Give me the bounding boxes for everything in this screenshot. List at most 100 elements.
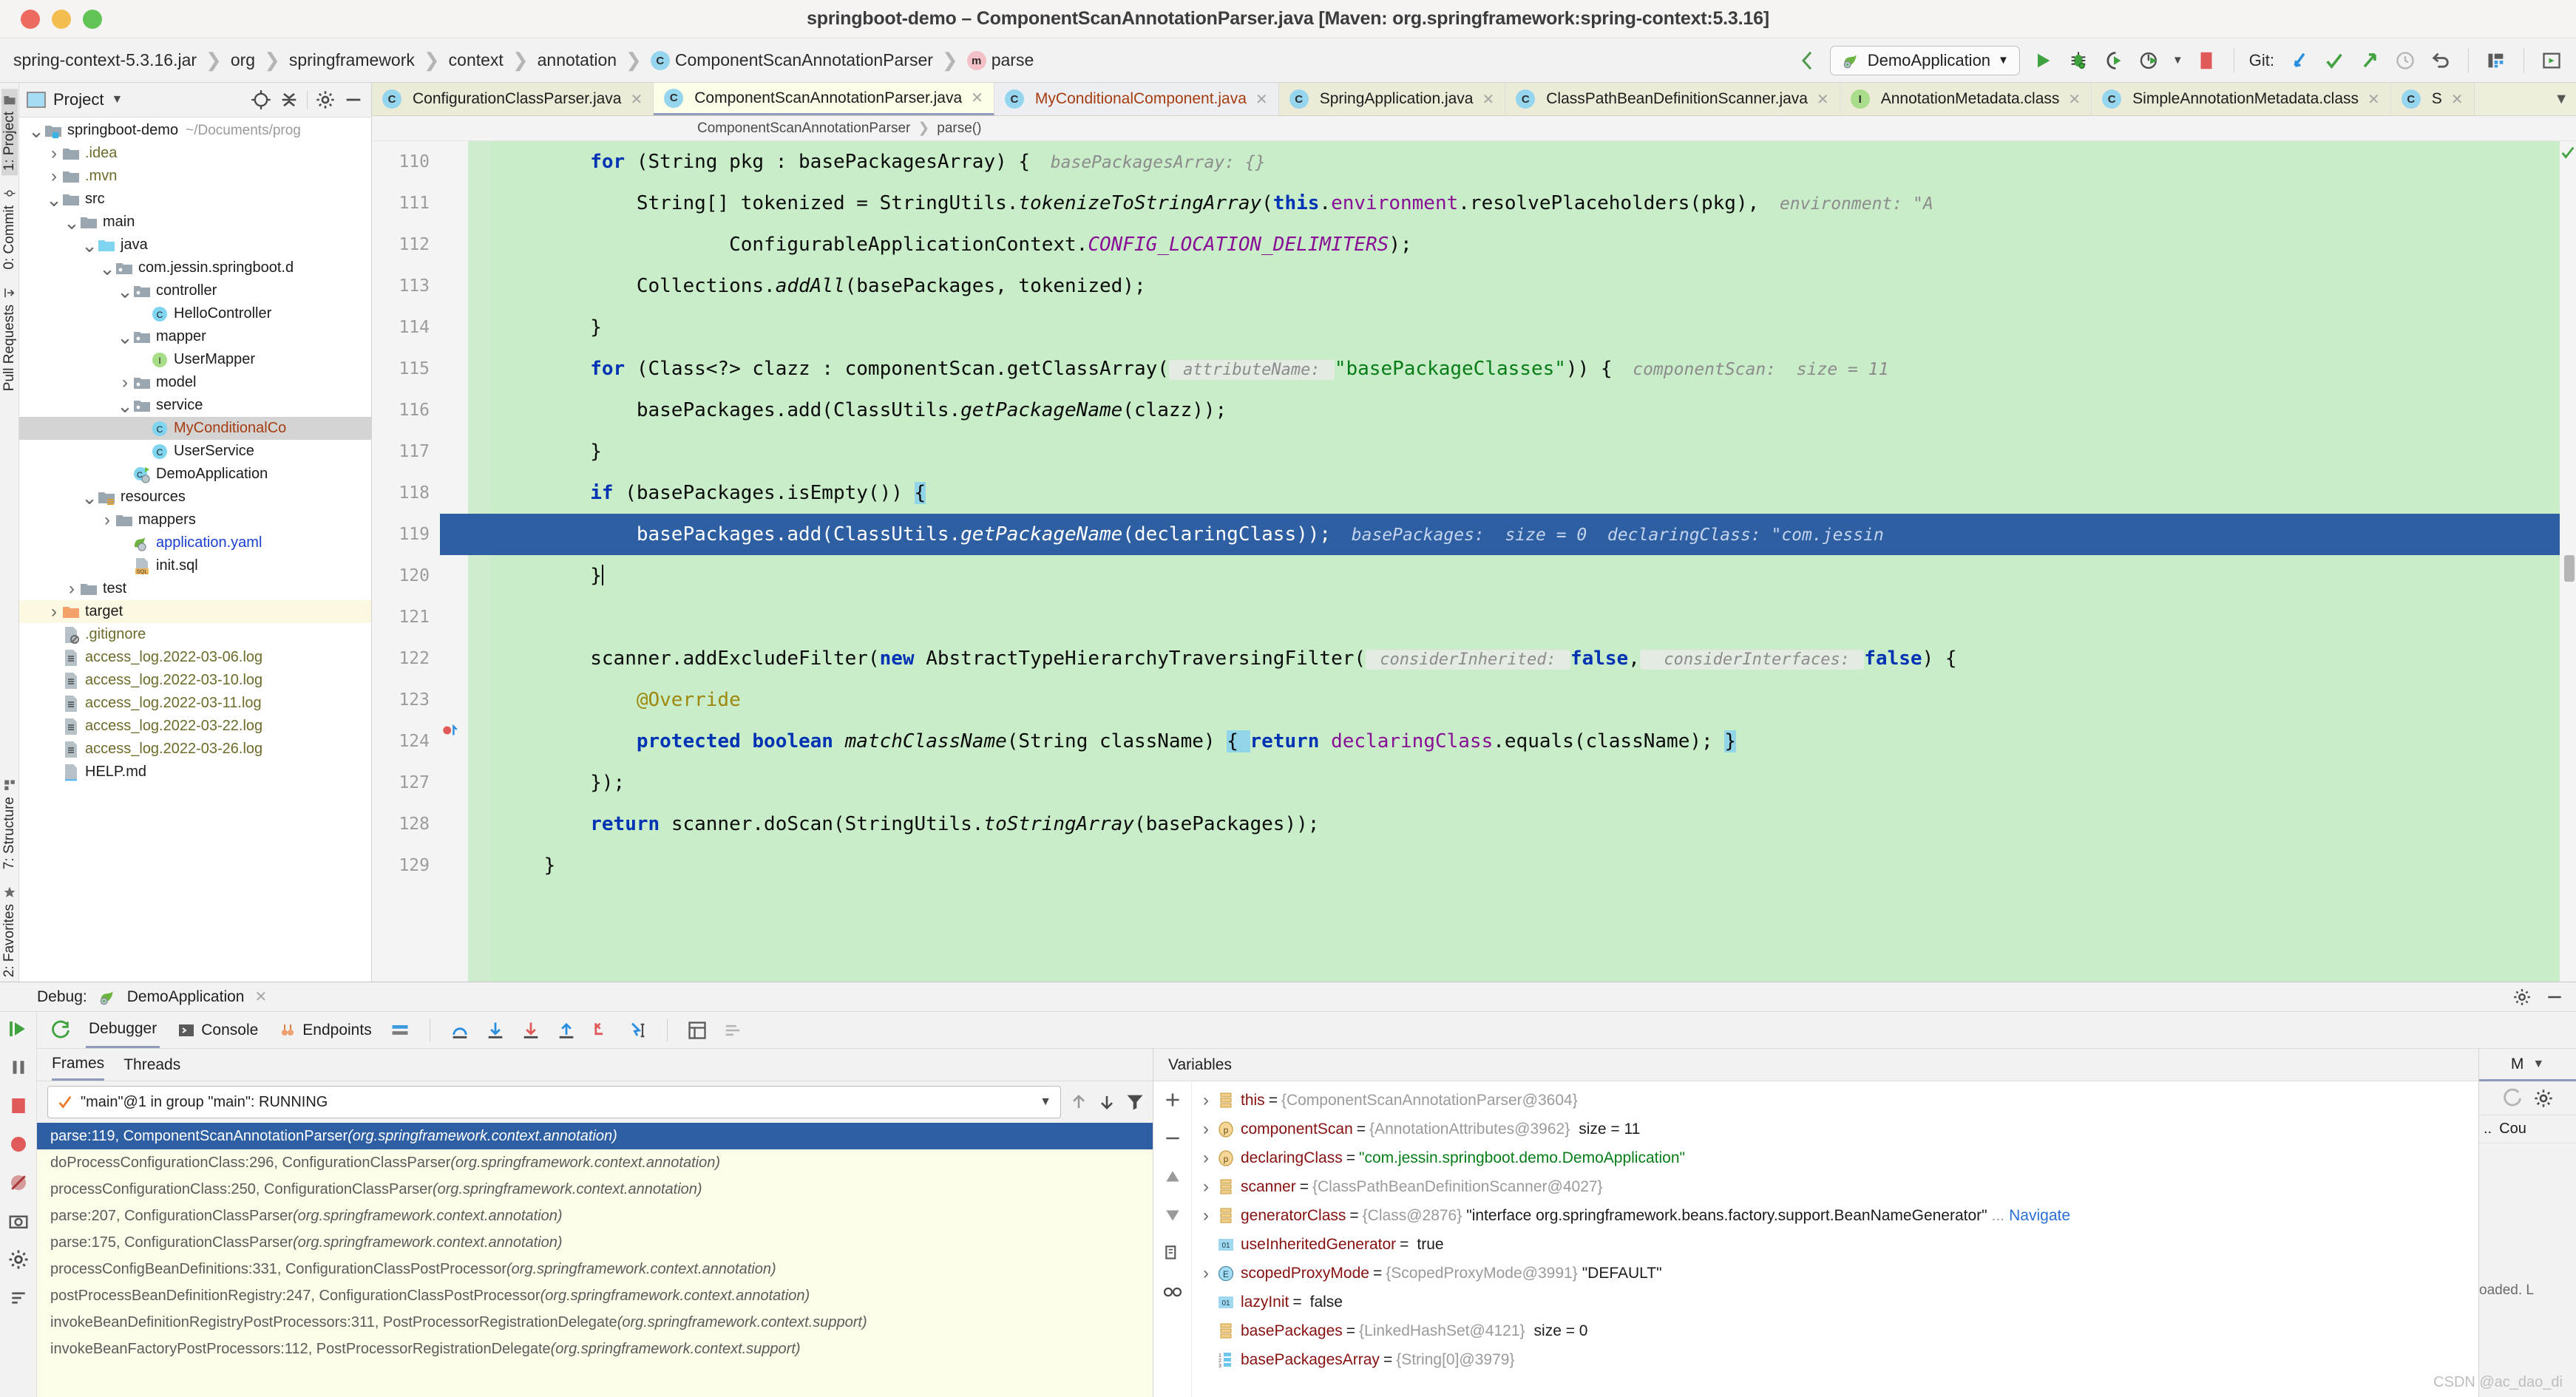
chevron-right-icon[interactable]: › bbox=[1196, 1206, 1216, 1226]
chevron-right-icon[interactable]: › bbox=[1196, 1263, 1216, 1284]
project-tree[interactable]: ⌄ springboot-demo ~/Documents/prog › .idea ›.… bbox=[19, 118, 371, 982]
breadcrumb-class[interactable]: C ComponentScanAnnotationParser bbox=[648, 50, 936, 71]
tab-frames[interactable]: Frames bbox=[52, 1049, 105, 1081]
close-tab-icon[interactable]: ✕ bbox=[2367, 90, 2380, 109]
camera-icon[interactable] bbox=[7, 1210, 30, 1232]
chevron-right-icon[interactable]: › bbox=[117, 373, 133, 393]
chevron-down-icon[interactable]: ⌄ bbox=[81, 488, 98, 507]
run-to-cursor-icon[interactable] bbox=[627, 1020, 648, 1041]
editor-tab[interactable]: C SpringApplication.java ✕ bbox=[1278, 83, 1506, 115]
code-line[interactable]: basePackages.add(ClassUtils.getPackageNa… bbox=[490, 390, 2576, 431]
drop-frame-icon[interactable] bbox=[592, 1020, 612, 1041]
close-tab-icon[interactable]: ✕ bbox=[2451, 90, 2464, 109]
breadcrumb-springframework[interactable]: springframework bbox=[286, 50, 418, 70]
pause-icon[interactable] bbox=[7, 1056, 30, 1078]
stack-frame-row[interactable]: postProcessBeanDefinitionRegistry:247, C… bbox=[37, 1282, 1153, 1309]
code-line[interactable]: }); bbox=[490, 762, 2576, 803]
copy-icon[interactable] bbox=[1163, 1244, 1182, 1263]
hide-icon[interactable] bbox=[343, 89, 364, 110]
stack-frame-row[interactable]: processConfigBeanDefinitions:331, Config… bbox=[37, 1256, 1153, 1282]
git-history-icon[interactable] bbox=[2393, 48, 2418, 73]
scrollbar-thumb[interactable] bbox=[2564, 555, 2575, 582]
tree-node[interactable]: access_log.2022-03-11.log bbox=[19, 692, 371, 715]
gutter-marker[interactable] bbox=[440, 638, 468, 679]
close-icon[interactable]: ✕ bbox=[254, 988, 267, 1006]
refresh-icon[interactable] bbox=[2502, 1088, 2523, 1109]
code-line[interactable]: return scanner.doScan(StringUtils.toStri… bbox=[490, 803, 2576, 845]
tree-node[interactable]: C UserService bbox=[19, 440, 371, 463]
fold-stripe[interactable] bbox=[468, 183, 490, 224]
tree-node[interactable]: › model bbox=[19, 371, 371, 394]
sidebar-item-structure[interactable]: 7: Structure bbox=[1, 774, 18, 874]
infinity-icon[interactable] bbox=[1162, 1282, 1184, 1302]
locate-icon[interactable] bbox=[251, 89, 271, 110]
settings-gear-icon[interactable] bbox=[2533, 1088, 2554, 1109]
gutter-marker[interactable] bbox=[440, 141, 468, 183]
debug-session-name[interactable]: DemoApplication bbox=[127, 988, 245, 1006]
chevron-down-icon[interactable]: ⌄ bbox=[28, 121, 44, 140]
search-everywhere-icon[interactable] bbox=[2539, 48, 2564, 73]
settings-icon[interactable] bbox=[722, 1020, 743, 1041]
stack-frame-row[interactable]: invokeBeanFactoryPostProcessors:112, Pos… bbox=[37, 1336, 1153, 1362]
chevron-down-icon[interactable]: ▼ bbox=[2554, 91, 2569, 108]
close-tab-icon[interactable]: ✕ bbox=[2068, 90, 2081, 109]
tree-node[interactable]: ⌄ service bbox=[19, 394, 371, 417]
breakpoint-gutter[interactable] bbox=[440, 141, 468, 982]
fold-stripe[interactable] bbox=[468, 265, 490, 307]
gutter-marker[interactable] bbox=[440, 555, 468, 596]
breadcrumb-context[interactable]: context bbox=[446, 50, 506, 70]
chevron-down-icon[interactable]: ▼ bbox=[2532, 1058, 2544, 1071]
resume-icon[interactable] bbox=[7, 1018, 30, 1040]
tree-node[interactable]: C DemoApplication bbox=[19, 463, 371, 486]
breadcrumb-org[interactable]: org bbox=[228, 50, 258, 70]
fold-stripe[interactable] bbox=[468, 514, 490, 555]
fold-stripe[interactable] bbox=[468, 596, 490, 638]
fold-stripe[interactable] bbox=[468, 762, 490, 803]
step-into-icon[interactable] bbox=[485, 1020, 506, 1041]
git-commit-icon[interactable] bbox=[2322, 48, 2347, 73]
tree-node[interactable]: C HelloController bbox=[19, 302, 371, 325]
chevron-down-icon[interactable]: ▼ bbox=[1040, 1095, 1051, 1109]
code-text-area[interactable]: for (String pkg : basePackagesArray) { b… bbox=[490, 141, 2576, 982]
chevron-right-icon[interactable]: › bbox=[46, 602, 62, 622]
settings-gear-icon[interactable] bbox=[7, 1248, 30, 1271]
tree-node[interactable]: I UserMapper bbox=[19, 348, 371, 371]
sidebar-item-pull-requests[interactable]: Pull Requests bbox=[1, 282, 18, 395]
memory-column-header[interactable]: .. Cou bbox=[2479, 1115, 2576, 1143]
editor-tab[interactable]: C SimpleAnnotationMetadata.class ✕ bbox=[2092, 83, 2391, 115]
tree-node[interactable]: ⌄ springboot-demo ~/Documents/prog bbox=[19, 119, 371, 142]
profiler-icon[interactable] bbox=[2137, 48, 2162, 73]
variable-row[interactable]: › scanner = {ClassPathBeanDefinitionScanner… bbox=[1192, 1172, 2478, 1201]
editor-tab[interactable]: I AnnotationMetadata.class ✕ bbox=[1840, 83, 2092, 115]
gutter-marker[interactable] bbox=[440, 679, 468, 721]
editor-tab[interactable]: C MyConditionalComponent.java ✕ bbox=[994, 83, 1279, 115]
code-line[interactable]: String[] tokenized = StringUtils.tokeniz… bbox=[490, 183, 2576, 224]
fold-stripe[interactable] bbox=[468, 721, 490, 762]
gutter-marker[interactable] bbox=[440, 307, 468, 348]
fold-stripe[interactable] bbox=[468, 141, 490, 183]
editor-tab[interactable]: C ComponentScanAnnotationParser.java ✕ bbox=[654, 83, 994, 115]
gutter-marker[interactable] bbox=[440, 224, 468, 265]
code-line[interactable]: } bbox=[490, 431, 2576, 472]
chevron-down-icon[interactable]: ⌄ bbox=[117, 282, 133, 301]
close-tab-icon[interactable]: ✕ bbox=[630, 90, 643, 109]
tab-console[interactable]: Console bbox=[174, 1012, 261, 1048]
sidebar-item-favorites[interactable]: 2: Favorites bbox=[1, 881, 18, 982]
collapse-all-icon[interactable] bbox=[279, 89, 299, 110]
sidebar-item-project[interactable]: 1: Project bbox=[1, 89, 18, 176]
settings-gear-icon[interactable] bbox=[315, 89, 336, 110]
up-arrow-icon[interactable] bbox=[1068, 1092, 1089, 1112]
variable-row[interactable]: basePackages = {LinkedHashSet@4121} size = … bbox=[1192, 1316, 2478, 1345]
fold-stripe[interactable] bbox=[468, 224, 490, 265]
breadcrumb-annotation[interactable]: annotation bbox=[535, 50, 620, 70]
tab-threads[interactable]: Threads bbox=[123, 1049, 180, 1081]
code-line[interactable]: scanner.addExcludeFilter(new AbstractTyp… bbox=[490, 638, 2576, 679]
chevron-right-icon[interactable]: › bbox=[1196, 1119, 1216, 1140]
tree-node[interactable]: access_log.2022-03-22.log bbox=[19, 715, 371, 738]
view-breakpoints-icon[interactable] bbox=[7, 1133, 30, 1155]
gutter-marker[interactable] bbox=[440, 348, 468, 390]
tree-node[interactable]: .gitignore bbox=[19, 623, 371, 646]
variable-row[interactable]: › this = {ComponentScanAnnotationParser@360… bbox=[1192, 1086, 2478, 1115]
scroll-up-icon[interactable] bbox=[1163, 1167, 1182, 1186]
memory-tab[interactable]: M ▼ bbox=[2479, 1049, 2576, 1081]
